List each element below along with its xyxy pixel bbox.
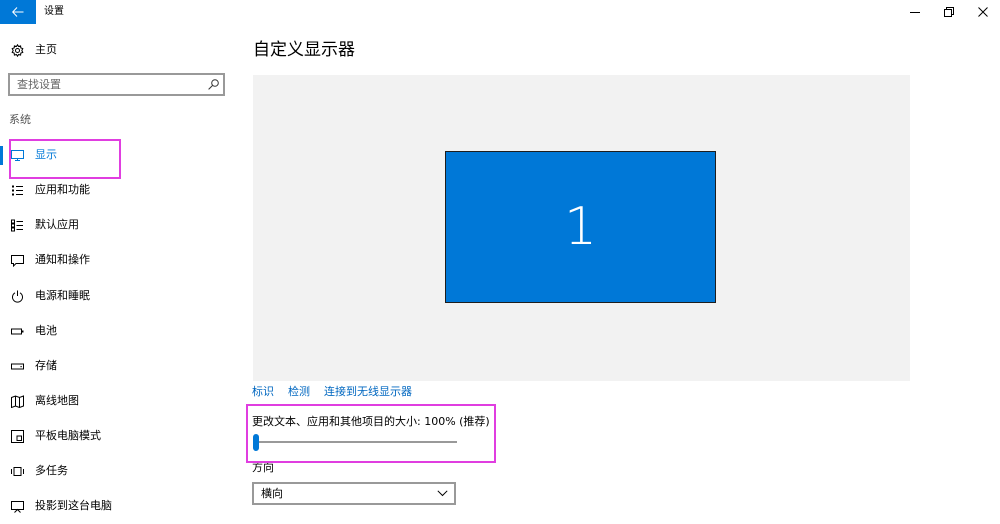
back-arrow-icon xyxy=(12,7,24,17)
sidebar-item-display[interactable]: 显示 xyxy=(0,138,240,172)
sidebar-item-home[interactable]: 主页 xyxy=(0,33,240,67)
sidebar-item-label: 投影到这台电脑 xyxy=(35,499,112,512)
sidebar-item-label: 电池 xyxy=(35,324,57,337)
sidebar-item-tablet-mode[interactable]: 平板电脑模式 xyxy=(0,419,240,453)
search-box xyxy=(8,73,225,96)
sidebar-item-offline-maps[interactable]: 离线地图 xyxy=(0,384,240,418)
sidebar: 主页 系统 显示 应用和功能 默认应用 通知和操作 xyxy=(0,0,240,524)
sidebar-item-apps-features[interactable]: 应用和功能 xyxy=(0,173,240,207)
page-title: 自定义显示器 xyxy=(253,40,355,60)
sidebar-item-label: 通知和操作 xyxy=(35,253,90,266)
offline-map-icon xyxy=(11,395,24,408)
sidebar-item-label: 离线地图 xyxy=(35,394,79,407)
battery-icon xyxy=(11,325,24,338)
sidebar-item-default-apps[interactable]: 默认应用 xyxy=(0,208,240,242)
sidebar-item-label: 多任务 xyxy=(35,464,68,477)
tablet-mode-icon xyxy=(11,430,24,443)
connect-wireless-display-link[interactable]: 连接到无线显示器 xyxy=(324,384,412,400)
close-button[interactable] xyxy=(966,0,1000,24)
apps-list-icon xyxy=(11,184,24,197)
sidebar-item-project[interactable]: 投影到这台电脑 xyxy=(0,489,240,523)
sidebar-item-label: 存储 xyxy=(35,359,57,372)
gear-icon xyxy=(11,44,24,57)
main-content: 自定义显示器 1 标识 检测 连接到无线显示器 更改文本、应用和其他项目的大小:… xyxy=(240,0,1000,524)
multitasking-icon xyxy=(11,465,24,478)
sidebar-item-storage[interactable]: 存储 xyxy=(0,349,240,383)
search-icon[interactable] xyxy=(208,79,219,90)
detect-link[interactable]: 检测 xyxy=(288,384,310,400)
minimize-button[interactable] xyxy=(898,0,932,24)
project-icon xyxy=(11,500,24,513)
back-button[interactable] xyxy=(0,0,36,24)
sidebar-item-label: 电源和睡眠 xyxy=(35,289,90,302)
sidebar-item-label: 应用和功能 xyxy=(35,183,90,196)
minimize-icon xyxy=(910,7,920,17)
search-input[interactable] xyxy=(10,75,200,94)
sidebar-item-multitasking[interactable]: 多任务 xyxy=(0,454,240,488)
close-icon xyxy=(978,7,988,17)
chevron-down-icon xyxy=(437,490,448,497)
restore-button[interactable] xyxy=(932,0,966,24)
orientation-label: 方向 xyxy=(252,461,274,474)
selection-indicator xyxy=(0,146,3,165)
scale-slider-thumb[interactable] xyxy=(253,434,259,451)
monitor-icon xyxy=(11,149,24,162)
sidebar-item-label: 平板电脑模式 xyxy=(35,429,101,442)
sidebar-item-power-sleep[interactable]: 电源和睡眠 xyxy=(0,279,240,313)
identify-link[interactable]: 标识 xyxy=(252,384,274,400)
scale-label: 更改文本、应用和其他项目的大小: 100% (推荐) xyxy=(252,415,490,428)
power-icon xyxy=(11,290,24,303)
window-title: 设置 xyxy=(44,6,64,17)
restore-icon xyxy=(944,7,954,17)
orientation-selected-value: 横向 xyxy=(261,487,283,500)
notification-icon xyxy=(11,254,24,267)
sidebar-item-label: 显示 xyxy=(35,148,57,161)
display-number: 1 xyxy=(563,197,598,257)
scale-slider[interactable] xyxy=(253,434,457,451)
display-arrangement-area: 1 xyxy=(253,75,910,381)
default-apps-icon xyxy=(11,219,24,232)
section-label: 系统 xyxy=(9,113,31,126)
sidebar-item-notifications[interactable]: 通知和操作 xyxy=(0,243,240,277)
display-tile[interactable]: 1 xyxy=(445,151,716,303)
sidebar-item-label: 默认应用 xyxy=(35,218,79,231)
orientation-dropdown[interactable]: 横向 xyxy=(252,482,456,505)
sidebar-item-battery[interactable]: 电池 xyxy=(0,314,240,348)
sidebar-item-label: 主页 xyxy=(35,43,57,56)
storage-icon xyxy=(11,360,24,373)
title-bar: 设置 xyxy=(0,0,1000,24)
scale-slider-track[interactable] xyxy=(253,441,457,443)
display-links: 标识 检测 连接到无线显示器 xyxy=(252,384,412,400)
